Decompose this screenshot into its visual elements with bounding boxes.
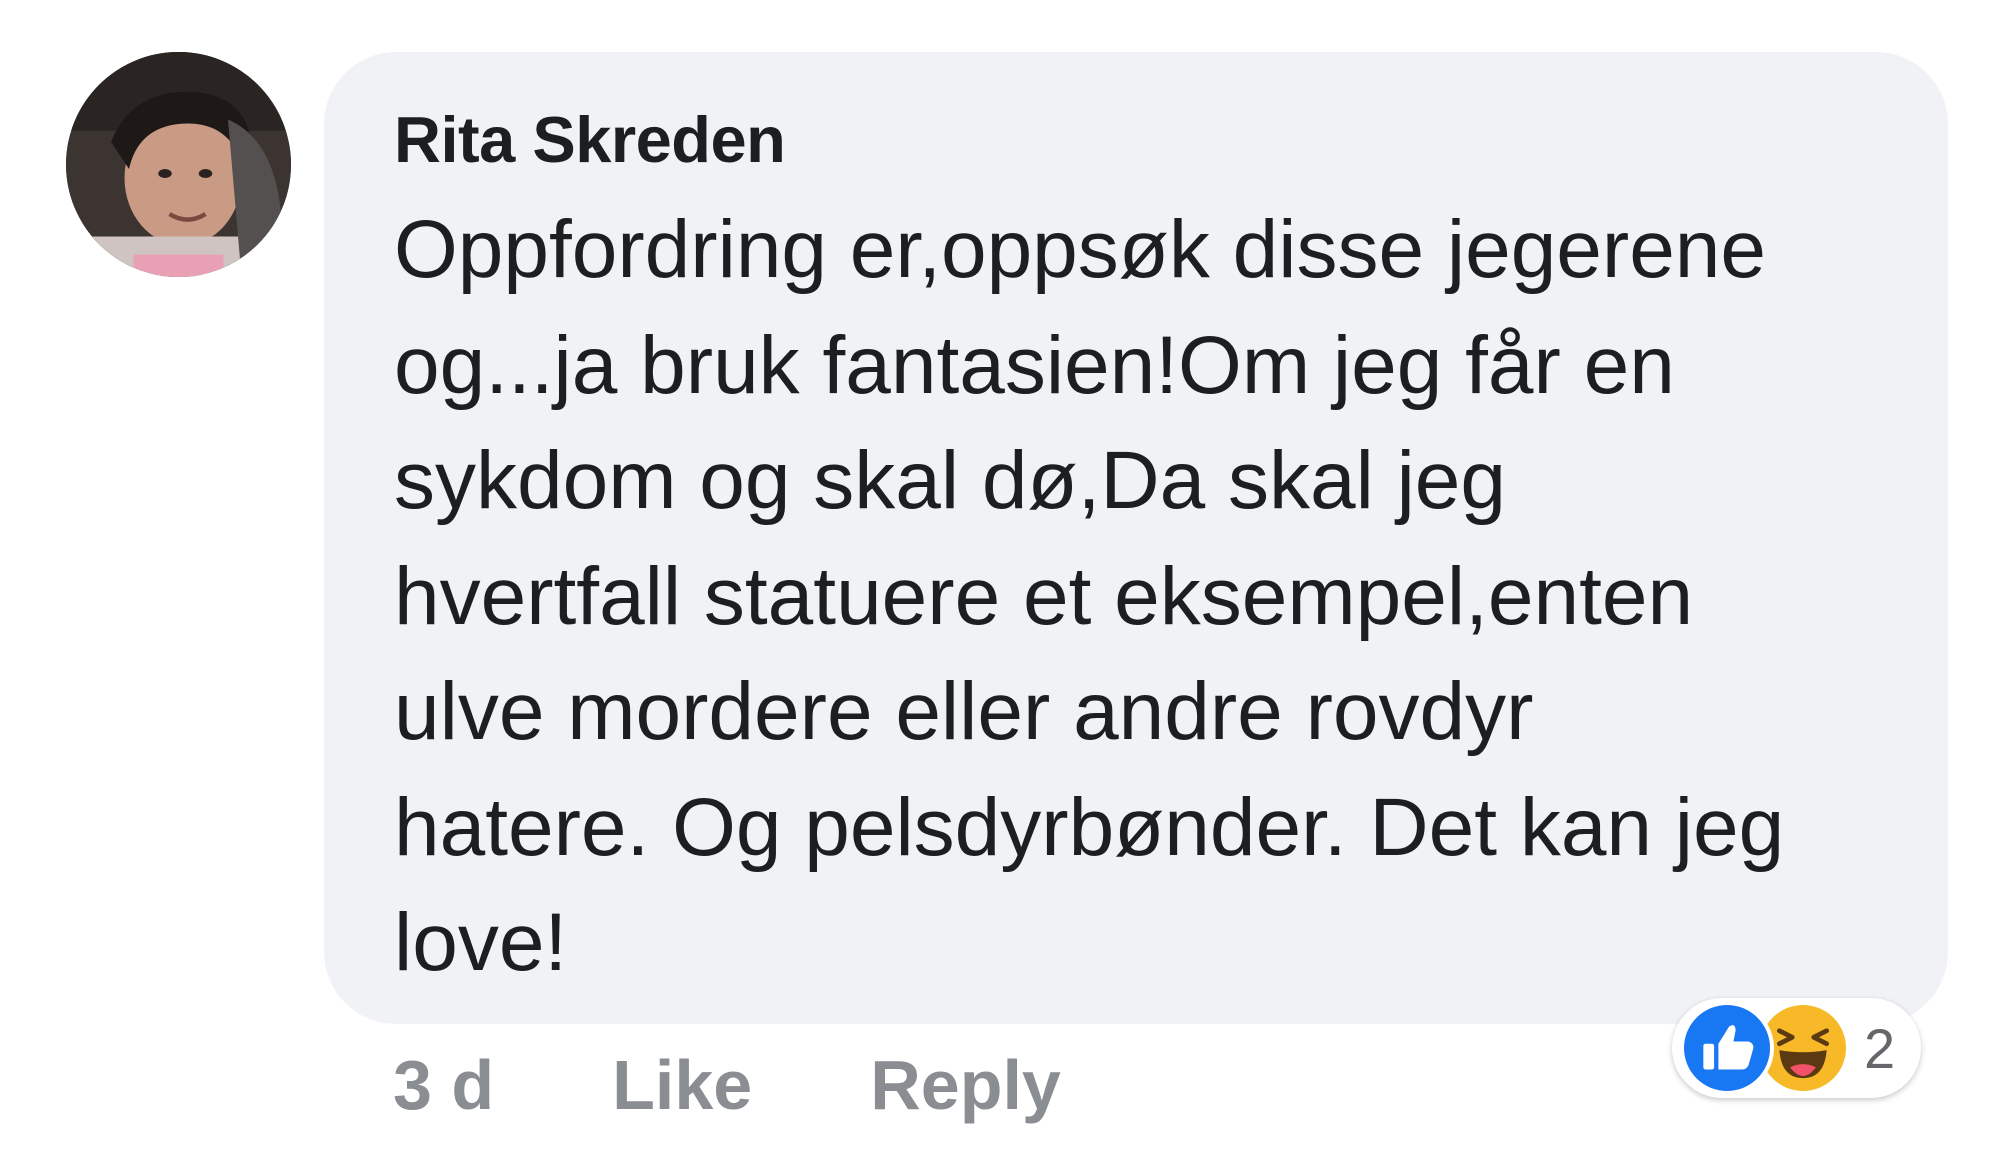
profile-photo bbox=[66, 52, 291, 277]
reply-button[interactable]: Reply bbox=[870, 1045, 1061, 1125]
comment-author-name[interactable]: Rita Skreden bbox=[394, 102, 1888, 178]
reaction-count: 2 bbox=[1864, 1016, 1896, 1080]
like-button[interactable]: Like bbox=[612, 1045, 752, 1125]
like-reaction-icon bbox=[1680, 1001, 1774, 1095]
avatar[interactable] bbox=[66, 52, 291, 277]
comment-text: Oppfordring er,oppsøk disse jegerene og.… bbox=[394, 204, 1785, 988]
comment-bubble: Rita Skreden Oppfordring er,oppsøk disse… bbox=[324, 52, 1948, 1024]
reaction-summary[interactable]: 2 bbox=[1672, 998, 1922, 1098]
comment-timestamp[interactable]: 3 d bbox=[393, 1045, 494, 1125]
comment-actions: 3 d Like Reply bbox=[393, 1040, 1061, 1130]
